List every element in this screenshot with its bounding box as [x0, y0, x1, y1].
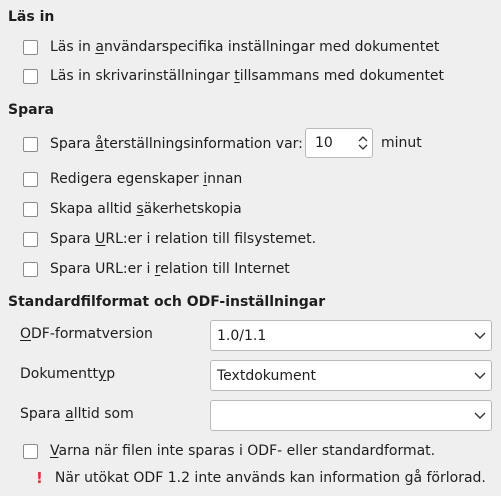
load-printer-settings-checkbox[interactable]: Läs in skrivarinställningar tillsammans …: [23, 65, 444, 87]
checkbox-box[interactable]: [23, 231, 38, 247]
odf-version-label: ODF-formatversion: [20, 326, 153, 342]
relative-filesystem-label: Spara URL:er i relation till filsystemet…: [50, 231, 317, 247]
always-save-as-dropdown[interactable]: [210, 400, 492, 431]
load-user-settings-checkbox[interactable]: Läs in användarspecifika inställningar m…: [23, 36, 439, 58]
checkbox-box[interactable]: [23, 171, 38, 187]
load-user-settings-label: Läs in användarspecifika inställningar m…: [50, 39, 440, 55]
checkbox-box[interactable]: [23, 261, 38, 277]
load-heading: Läs in: [8, 9, 55, 25]
formats-heading: Standardfilformat och ODF-inställningar: [8, 294, 326, 310]
edit-properties-label: Redigera egenskaper innan: [50, 171, 243, 187]
autorecovery-label: Spara återställningsinformation var:: [50, 136, 303, 152]
chevron-down-icon[interactable]: [473, 371, 487, 380]
odf-version-value: 1.0/1.1: [217, 327, 267, 344]
backup-copy-checkbox[interactable]: Skapa alltid säkerhetskopia: [23, 198, 242, 220]
warn-non-odf-checkbox[interactable]: Varna när filen inte sparas i ODF- eller…: [23, 440, 435, 462]
spin-down-icon[interactable]: [357, 143, 369, 152]
chevron-down-icon[interactable]: [473, 411, 487, 420]
load-printer-settings-label: Läs in skrivarinställningar tillsammans …: [50, 68, 445, 84]
checkbox-box[interactable]: [23, 39, 38, 55]
checkbox-box[interactable]: [23, 201, 38, 217]
relative-internet-label: Spara URL:er i relation till Internet: [50, 261, 290, 277]
save-heading: Spara: [8, 102, 54, 118]
warn-non-odf-label: Varna när filen inte sparas i ODF- eller…: [50, 443, 436, 459]
odf-warning-text: När utökat ODF 1.2 inte används kan info…: [54, 470, 486, 486]
edit-properties-checkbox[interactable]: Redigera egenskaper innan: [23, 168, 242, 190]
autorecovery-interval-value[interactable]: 10: [306, 135, 354, 151]
autorecovery-checkbox[interactable]: Spara återställningsinformation var:: [23, 133, 303, 155]
backup-copy-label: Skapa alltid säkerhetskopia: [50, 201, 242, 217]
chevron-down-icon[interactable]: [473, 331, 487, 340]
spin-up-icon[interactable]: [357, 134, 369, 143]
relative-filesystem-checkbox[interactable]: Spara URL:er i relation till filsystemet…: [23, 228, 316, 250]
autorecovery-interval-spinbox[interactable]: 10: [305, 128, 373, 158]
checkbox-box[interactable]: [23, 136, 38, 152]
checkbox-box[interactable]: [23, 68, 38, 84]
always-save-as-label: Spara alltid som: [20, 406, 134, 422]
doc-type-dropdown[interactable]: Textdokument: [210, 360, 492, 391]
autorecovery-unit-label: minut: [381, 135, 422, 151]
checkbox-box[interactable]: [23, 443, 38, 459]
doc-type-value: Textdokument: [217, 367, 316, 384]
odf-version-dropdown[interactable]: 1.0/1.1: [210, 320, 492, 351]
exclamation-icon: !: [36, 469, 43, 487]
doc-type-label: Dokumenttyp: [20, 366, 116, 382]
relative-internet-checkbox[interactable]: Spara URL:er i relation till Internet: [23, 258, 290, 280]
odf-warning-notice: ! När utökat ODF 1.2 inte används kan in…: [36, 467, 486, 489]
